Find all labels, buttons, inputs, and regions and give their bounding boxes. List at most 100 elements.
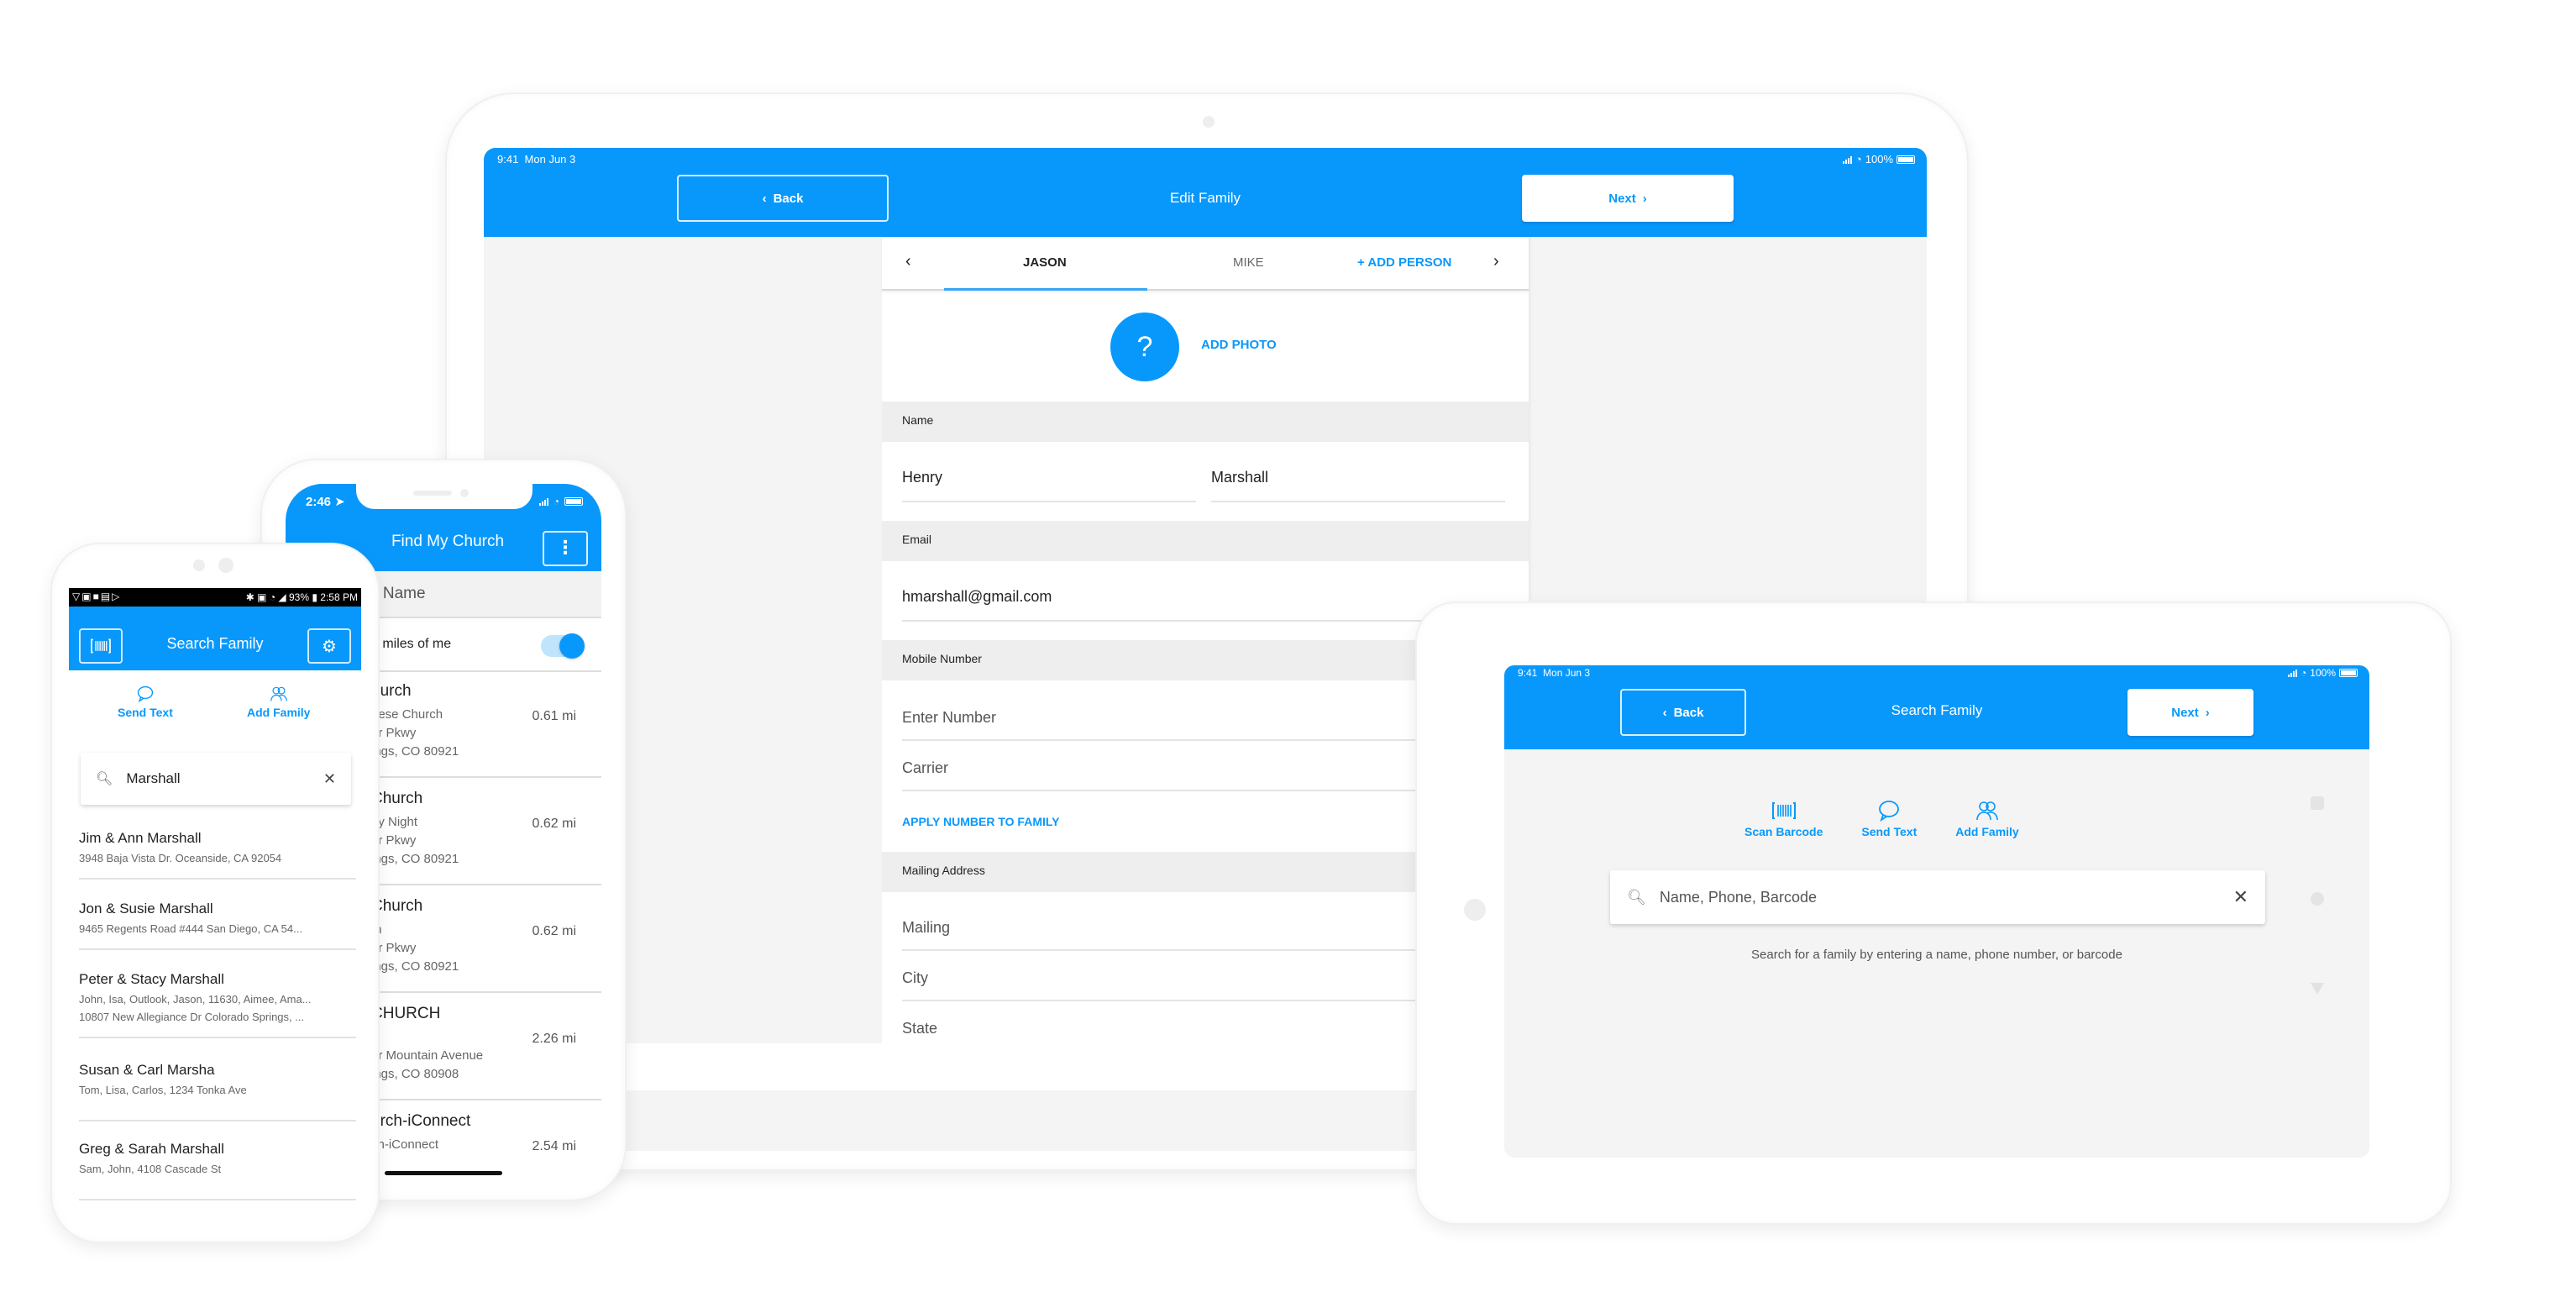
- church-name: Church: [371, 790, 423, 807]
- family-detail: Tom, Lisa, Carlos, 1234 Tonka Ave: [79, 1084, 247, 1096]
- email-field[interactable]: hmarshall@gmail.com: [902, 588, 1052, 606]
- carrier-field[interactable]: Carrier: [902, 759, 948, 777]
- status-time: 9:41: [497, 153, 519, 165]
- church-line-3: ings, CO 80921: [371, 744, 459, 759]
- speech-bubble-icon: [137, 685, 154, 702]
- status-date: Mon Jun 3: [524, 153, 576, 165]
- status-icons: ◔: [538, 496, 583, 507]
- add-person-button[interactable]: + ADD PERSON: [1357, 255, 1451, 270]
- tab-jason[interactable]: JASON: [1023, 255, 1067, 270]
- tablet-home-button: [1464, 899, 1486, 921]
- add-family-button[interactable]: Add Family: [247, 685, 310, 719]
- city-field[interactable]: City: [902, 969, 928, 987]
- person-tabs: ‹ JASON MIKE + ADD PERSON ›: [882, 237, 1529, 291]
- barcode-icon: [1771, 802, 1796, 819]
- battery-percent: 93%: [288, 591, 310, 603]
- more-options-button[interactable]: ⋮: [543, 531, 588, 566]
- signal-icon: [2288, 669, 2298, 677]
- search-placeholder: Name, Phone, Barcode: [1659, 888, 1817, 906]
- church-distance: 2.26 mi: [532, 1032, 576, 1046]
- add-family-label: Add Family: [1955, 825, 2019, 838]
- mobile-number-field[interactable]: Enter Number: [902, 709, 996, 727]
- family-result-item[interactable]: Jon & Susie Marshall 9465 Regents Road #4…: [79, 895, 356, 950]
- radius-toggle[interactable]: [541, 633, 585, 659]
- next-button[interactable]: Next ›: [1522, 175, 1734, 222]
- status-bar: 9:41 Mon Jun 3 ◔ 100%: [484, 148, 1927, 171]
- church-line-2: er Mountain Avenue: [371, 1048, 484, 1063]
- notification-icons: ▽▣■▤▷: [72, 591, 122, 602]
- search-icon: 🔍︎: [96, 772, 113, 786]
- field-underline: [902, 501, 1196, 502]
- send-text-label: Send Text: [118, 706, 173, 719]
- family-result-item[interactable]: Peter & Stacy Marshall John, Isa, Outlook…: [79, 966, 356, 1038]
- mailing-field[interactable]: Mailing: [902, 919, 950, 937]
- family-name: Greg & Sarah Marshall: [79, 1141, 224, 1157]
- gear-icon: ⚙: [322, 637, 337, 656]
- tablet-camera: [1203, 116, 1215, 128]
- family-result-item[interactable]: Jim & Ann Marshall 3948 Baja Vista Dr. Oc…: [79, 825, 356, 880]
- church-name: CHURCH: [371, 1005, 441, 1022]
- section-name: Name: [882, 402, 1529, 442]
- family-result-item[interactable]: Susan & Carl Marsha Tom, Lisa, Carlos, 12…: [79, 1057, 356, 1121]
- family-detail: John, Isa, Outlook, Jason, 11630, Aimee,…: [79, 993, 312, 1006]
- photo-row: ? ADD PHOTO: [882, 291, 1529, 402]
- tabs-next-arrow-icon[interactable]: ›: [1493, 252, 1499, 271]
- family-detail: Sam, John, 4108 Cascade St: [79, 1163, 222, 1175]
- tabs-prev-arrow-icon[interactable]: ‹: [905, 252, 911, 271]
- battery-icon: [1897, 155, 1915, 164]
- family-name: Peter & Stacy Marshall: [79, 971, 224, 987]
- scan-barcode-label: Scan Barcode: [1744, 825, 1823, 838]
- edit-family-nav-bar: 9:41 Mon Jun 3 ◔ 100% ‹ Back Edit Family…: [484, 148, 1927, 237]
- state-field[interactable]: State: [902, 1020, 937, 1037]
- last-name-field[interactable]: Marshall: [1211, 469, 1268, 486]
- send-text-button[interactable]: Send Text: [118, 685, 173, 719]
- family-search-input[interactable]: 🔍︎ Marshall ✕: [81, 753, 351, 805]
- family-search-input[interactable]: 🔍︎ Name, Phone, Barcode ✕: [1610, 870, 2265, 924]
- add-photo-button[interactable]: ADD PHOTO: [1201, 338, 1277, 352]
- signal-icon: [538, 497, 548, 506]
- tab-mike[interactable]: MIKE: [1233, 255, 1264, 270]
- field-underline: [1211, 501, 1505, 502]
- clear-search-icon[interactable]: ✕: [323, 770, 336, 788]
- family-name: Jim & Ann Marshall: [79, 830, 202, 846]
- add-family-button[interactable]: Add Family: [1955, 800, 2019, 838]
- apply-number-to-family-link[interactable]: APPLY NUMBER TO FAMILY: [902, 815, 1059, 828]
- family-detail: 9465 Regents Road #444 San Diego, CA 54.…: [79, 922, 302, 935]
- kebab-menu-icon: ⋮: [556, 537, 574, 558]
- decorative-square-icon: [2311, 796, 2324, 810]
- battery-icon: [2339, 669, 2358, 677]
- church-line-2: er Pkwy: [371, 833, 417, 848]
- status-time: 9:41: [1518, 667, 1538, 679]
- clear-search-icon[interactable]: ✕: [2233, 886, 2248, 908]
- wifi-icon: ◔: [1855, 153, 1862, 165]
- church-distance: 2.54 mi: [532, 1139, 576, 1153]
- scan-barcode-button[interactable]: Scan Barcode: [1744, 800, 1823, 838]
- church-line-1: ch-iConnect: [371, 1137, 439, 1152]
- wifi-icon: ◔: [2301, 667, 2307, 679]
- church-name: urch-iConnect: [371, 1112, 471, 1130]
- church-line-2: er Pkwy: [371, 726, 417, 740]
- avatar-placeholder[interactable]: ?: [1110, 312, 1179, 381]
- church-distance: 0.62 mi: [532, 924, 576, 938]
- toggle-knob: [559, 633, 585, 659]
- church-line-3: ings, CO 80921: [371, 852, 459, 866]
- family-result-item[interactable]: Greg & Sarah Marshall Sam, John, 4108 Cas…: [79, 1136, 356, 1200]
- church-line-3: ings, CO 80921: [371, 959, 459, 974]
- next-label: Next: [2171, 705, 2199, 720]
- next-button[interactable]: Next ›: [2127, 689, 2253, 736]
- church-name: Church: [371, 897, 423, 915]
- status-right: ✱ ▣ ◔ ◢ 93% ▮ 2:58 PM: [245, 591, 358, 603]
- home-indicator: [385, 1171, 502, 1175]
- wifi-icon: ◔: [553, 496, 559, 507]
- phone-notch: [356, 484, 533, 509]
- section-email: Email: [882, 521, 1529, 561]
- tablet-search-family: 9:41 Mon Jun 3 ◔ 100% ‹ Back Search Fami…: [1417, 603, 2450, 1223]
- settings-button[interactable]: ⚙: [307, 628, 351, 664]
- decorative-circle-icon: [2311, 892, 2324, 906]
- radius-label: 0 miles of me: [371, 637, 452, 651]
- send-text-button[interactable]: Send Text: [1861, 800, 1917, 838]
- first-name-field[interactable]: Henry: [902, 469, 942, 486]
- church-line-2: er Pkwy: [371, 941, 417, 955]
- status-bar: 9:41 Mon Jun 3 ◔ 100%: [1504, 665, 2369, 689]
- speech-bubble-icon: [1879, 801, 1900, 822]
